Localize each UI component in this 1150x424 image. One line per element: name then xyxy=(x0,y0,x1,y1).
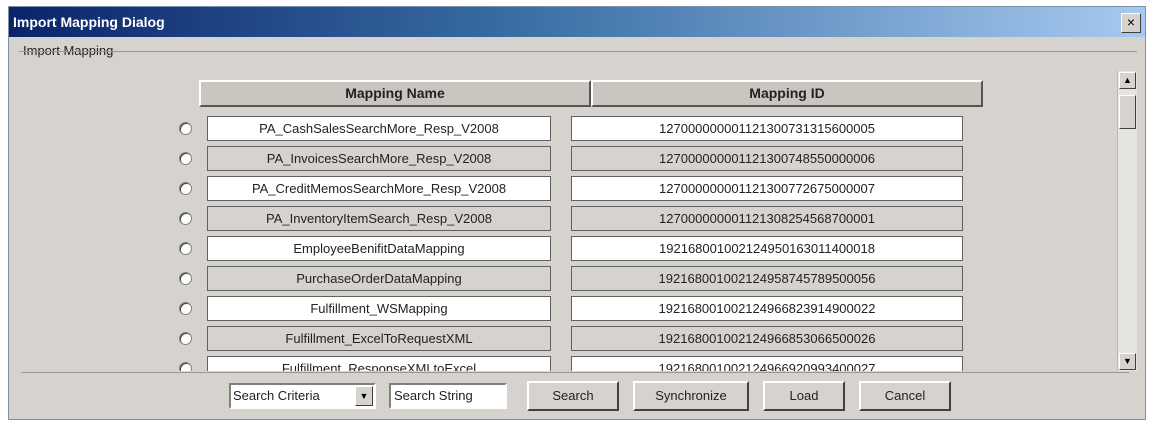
row-radio[interactable] xyxy=(179,302,192,315)
close-icon: × xyxy=(1126,14,1136,30)
table-row[interactable]: Fulfillment_ResponseXMLtoExcel 192168001… xyxy=(21,353,1129,371)
group-divider xyxy=(19,51,1137,52)
mapping-id-cell[interactable]: 127000000001121300772675000007 xyxy=(571,176,963,201)
action-bar: Search Criteria ▼ Search String Search S… xyxy=(21,372,1129,414)
mapping-name-cell[interactable]: PA_InventoryItemSearch_Resp_V2008 xyxy=(207,206,551,231)
vertical-scrollbar[interactable]: ▲ ▼ xyxy=(1117,71,1137,371)
row-radio[interactable] xyxy=(179,242,192,255)
search-string-input[interactable]: Search String xyxy=(389,383,507,409)
close-button[interactable]: × xyxy=(1121,13,1141,33)
synchronize-button[interactable]: Synchronize xyxy=(633,381,749,411)
mapping-id-cell[interactable]: 127000000001121300748550000006 xyxy=(571,146,963,171)
table-row[interactable]: PA_InventoryItemSearch_Resp_V2008 127000… xyxy=(21,203,1129,233)
table-row[interactable]: PurchaseOrderDataMapping 192168001002124… xyxy=(21,263,1129,293)
cancel-button[interactable]: Cancel xyxy=(859,381,951,411)
row-radio[interactable] xyxy=(179,122,192,135)
search-criteria-value: Search Criteria xyxy=(233,388,320,403)
mapping-id-cell[interactable]: 127000000001121308254568700001 xyxy=(571,206,963,231)
table-row[interactable]: Fulfillment_ExcelToRequestXML 1921680010… xyxy=(21,323,1129,353)
mapping-id-cell[interactable]: 192168001002124966853066500026 xyxy=(571,326,963,351)
mapping-name-cell[interactable]: PA_CreditMemosSearchMore_Resp_V2008 xyxy=(207,176,551,201)
mapping-name-cell[interactable]: PurchaseOrderDataMapping xyxy=(207,266,551,291)
table-row[interactable]: PA_CreditMemosSearchMore_Resp_V2008 1270… xyxy=(21,173,1129,203)
table-row[interactable]: Fulfillment_WSMapping 192168001002124966… xyxy=(21,293,1129,323)
mapping-id-cell[interactable]: 192168001002124958745789500056 xyxy=(571,266,963,291)
table-row[interactable]: PA_InvoicesSearchMore_Resp_V2008 1270000… xyxy=(21,143,1129,173)
mapping-id-cell[interactable]: 127000000001121300731315600005 xyxy=(571,116,963,141)
arrow-down-icon: ▼ xyxy=(1123,356,1132,366)
search-button[interactable]: Search xyxy=(527,381,619,411)
mapping-id-cell[interactable]: 192168001002124950163011400018 xyxy=(571,236,963,261)
column-header-mapping-id[interactable]: Mapping ID xyxy=(591,80,983,107)
row-radio[interactable] xyxy=(179,362,192,371)
row-radio[interactable] xyxy=(179,182,192,195)
window-title: Import Mapping Dialog xyxy=(13,14,165,30)
dropdown-button[interactable]: ▼ xyxy=(355,386,373,406)
mapping-name-cell[interactable]: PA_InvoicesSearchMore_Resp_V2008 xyxy=(207,146,551,171)
row-radio[interactable] xyxy=(179,332,192,345)
table-row[interactable]: EmployeeBenifitDataMapping 1921680010021… xyxy=(21,233,1129,263)
scroll-down-button[interactable]: ▼ xyxy=(1119,353,1136,370)
scroll-thumb[interactable] xyxy=(1119,95,1136,129)
import-mapping-dialog: Import Mapping Dialog × Import Mapping M… xyxy=(8,6,1146,420)
table-row[interactable]: PA_CashSalesSearchMore_Resp_V2008 127000… xyxy=(21,113,1129,143)
mapping-name-cell[interactable]: Fulfillment_ResponseXMLtoExcel xyxy=(207,356,551,371)
mapping-id-cell[interactable]: 192168001002124966823914900022 xyxy=(571,296,963,321)
load-button[interactable]: Load xyxy=(763,381,845,411)
arrow-up-icon: ▲ xyxy=(1123,75,1132,85)
row-radio[interactable] xyxy=(179,152,192,165)
search-criteria-select[interactable]: Search Criteria ▼ xyxy=(229,383,376,409)
row-radio[interactable] xyxy=(179,272,192,285)
row-radio[interactable] xyxy=(179,212,192,225)
mapping-name-cell[interactable]: PA_CashSalesSearchMore_Resp_V2008 xyxy=(207,116,551,141)
mapping-name-cell[interactable]: Fulfillment_WSMapping xyxy=(207,296,551,321)
chevron-down-icon: ▼ xyxy=(359,391,369,401)
mapping-id-cell[interactable]: 192168001002124966920993400027 xyxy=(571,356,963,371)
scroll-up-button[interactable]: ▲ xyxy=(1119,72,1136,89)
mapping-name-cell[interactable]: EmployeeBenifitDataMapping xyxy=(207,236,551,261)
column-header-mapping-name[interactable]: Mapping Name xyxy=(199,80,591,107)
mapping-table: Mapping Name Mapping ID PA_CashSalesSear… xyxy=(21,71,1129,371)
title-bar[interactable]: Import Mapping Dialog × xyxy=(9,7,1145,37)
mapping-name-cell[interactable]: Fulfillment_ExcelToRequestXML xyxy=(207,326,551,351)
